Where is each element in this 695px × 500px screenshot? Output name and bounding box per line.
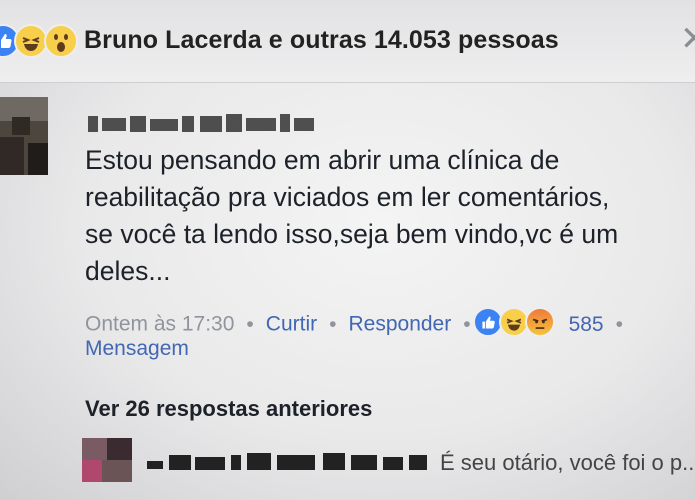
like-button[interactable]: Curtir [266, 313, 317, 336]
reply-button[interactable]: Responder [348, 313, 451, 336]
close-icon[interactable]: ✕ [680, 22, 695, 56]
haha-reaction-icon [14, 24, 48, 58]
separator-dot: • [329, 312, 337, 336]
separator-dot: • [615, 312, 623, 336]
commenter-avatar[interactable] [0, 97, 48, 175]
reactions-header: Bruno Lacerda e outras 14.053 pessoas ✕ [0, 0, 695, 83]
comment-actions: Ontem às 17:30 • Curtir • Responder • 585 • [85, 307, 695, 340]
separator-dot: • [246, 312, 254, 336]
comment-line: deles... [85, 256, 171, 286]
reactions-title[interactable]: Bruno Lacerda e outras 14.053 pessoas [84, 26, 559, 55]
comment-line: se você ta lendo isso,seja bem vindo,vc … [85, 219, 619, 249]
reply-avatar[interactable] [82, 438, 132, 482]
commenter-name-obscured[interactable] [88, 112, 318, 136]
view-previous-replies[interactable]: Ver 26 respostas anteriores [85, 396, 372, 422]
message-button[interactable]: Mensagem [85, 337, 189, 361]
comment-line: reabilitação pra viciados em ler comentá… [85, 182, 610, 212]
comment-timestamp: Ontem às 17:30 [85, 312, 235, 336]
separator-dot: • [463, 312, 471, 336]
reply-author-obscured[interactable] [147, 451, 432, 473]
wow-reaction-icon [44, 24, 78, 58]
comment-reactions[interactable] [472, 307, 555, 337]
comment-text: Estou pensando em abrir uma clínica de r… [85, 142, 695, 290]
reaction-count[interactable]: 585 [569, 313, 604, 336]
reply-text[interactable]: É seu otário, você foi o p... [440, 450, 695, 476]
comment-line: Estou pensando em abrir uma clínica de [85, 145, 560, 175]
angry-reaction-icon [524, 307, 555, 337]
